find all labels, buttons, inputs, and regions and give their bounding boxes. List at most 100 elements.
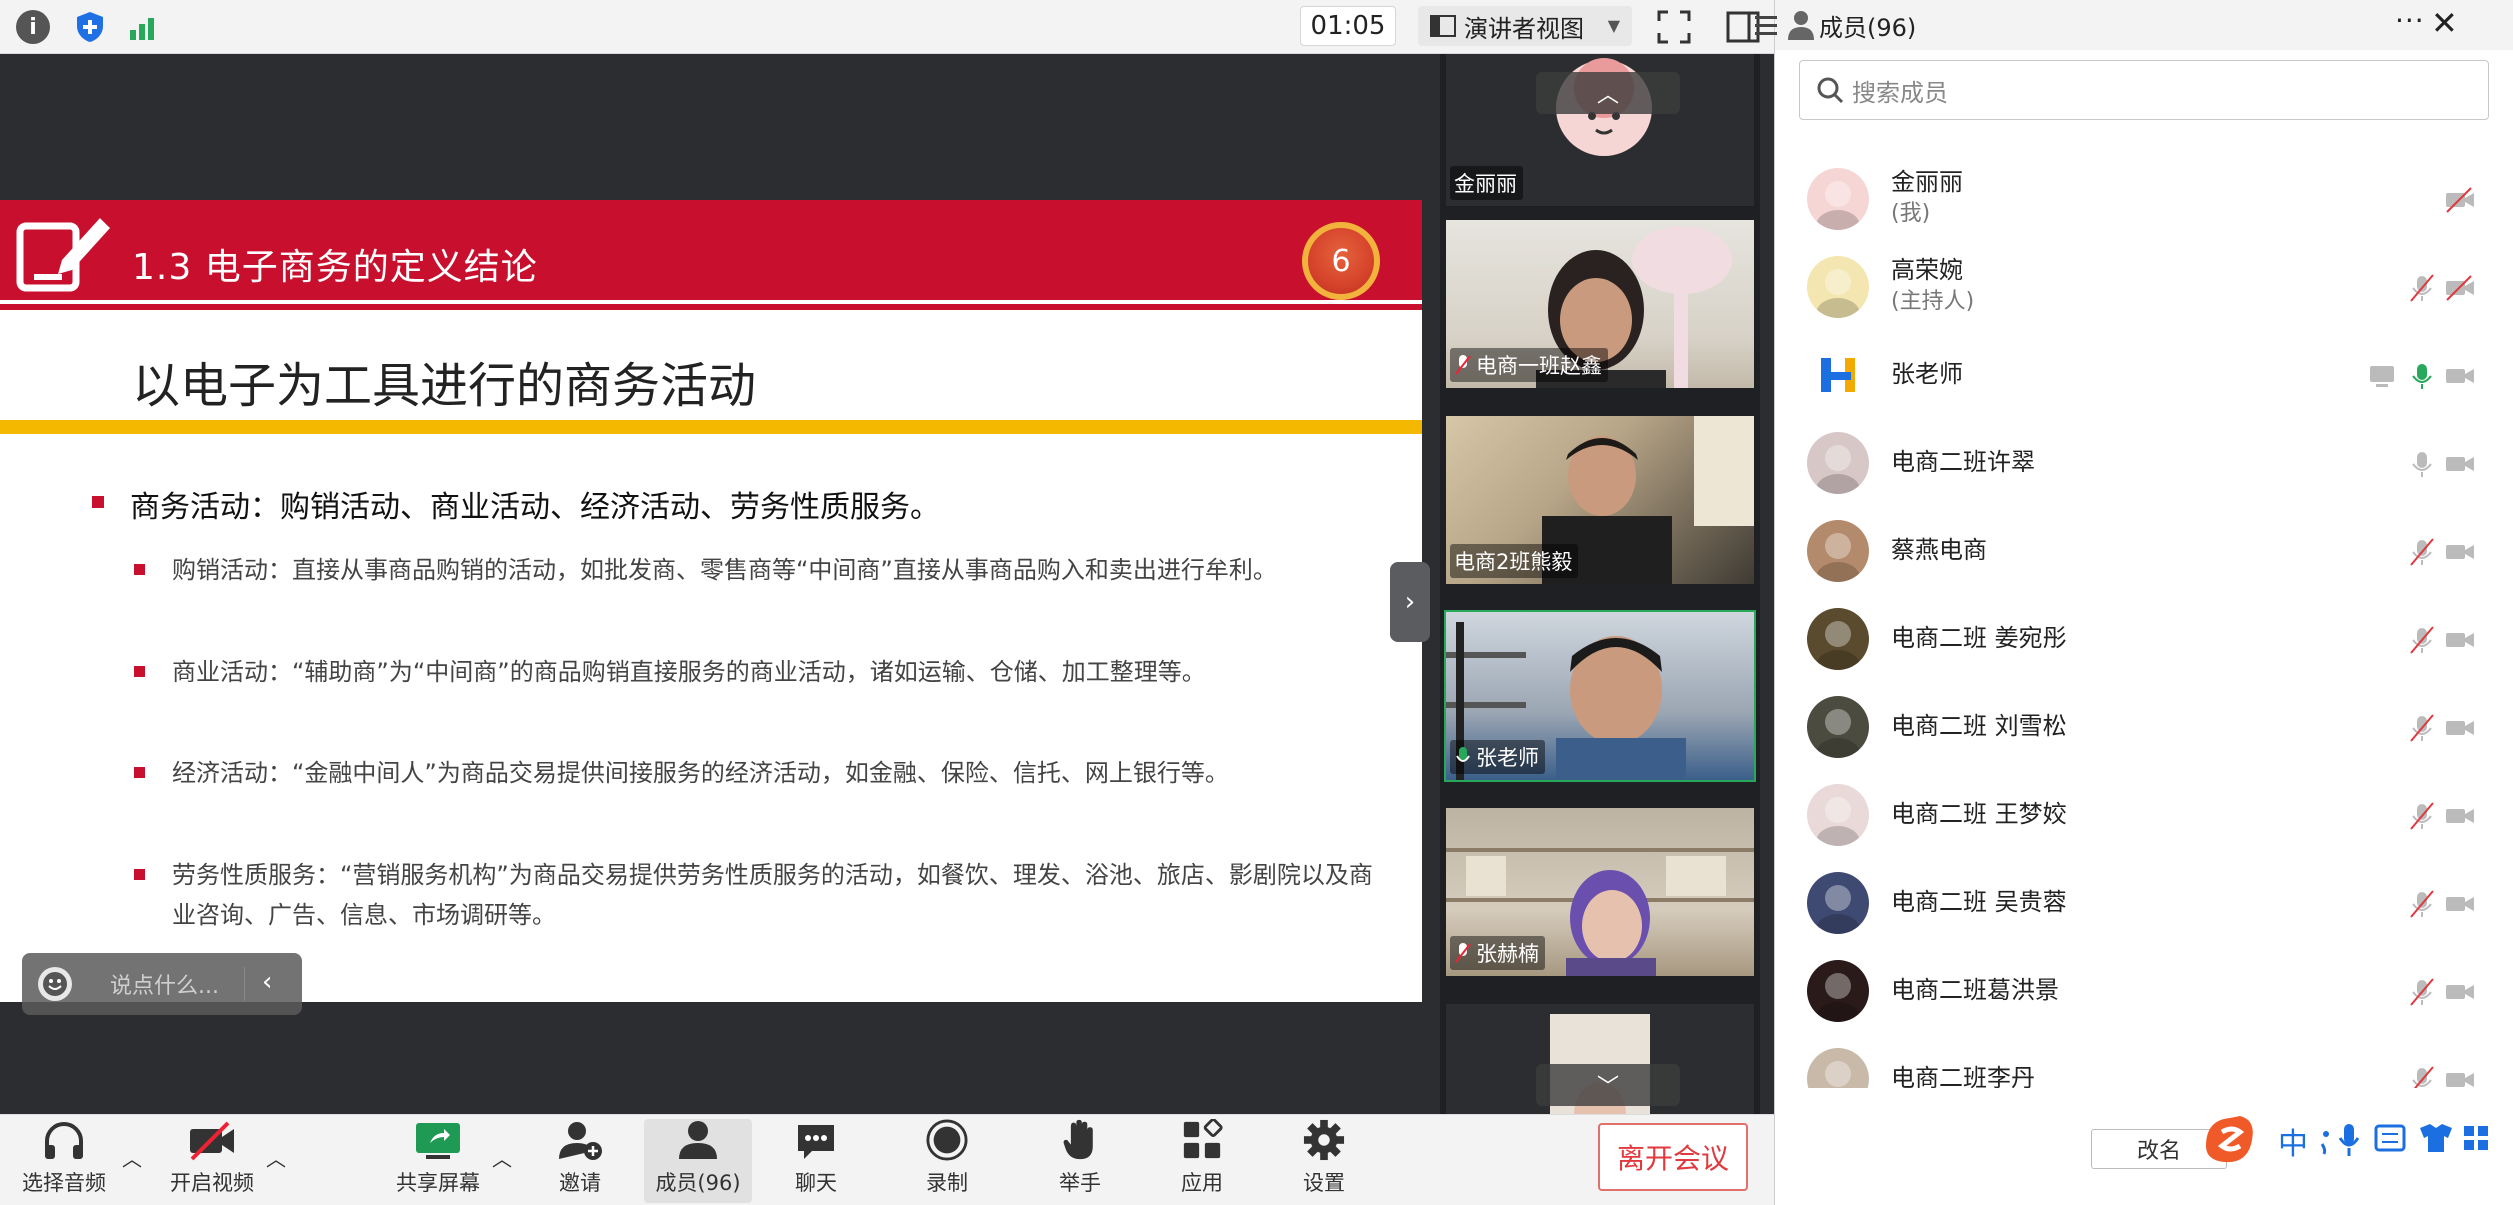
screen-share-icon [2370,366,2394,387]
camera-icon[interactable] [2445,1066,2475,1088]
apps-button[interactable]: 应用 [1162,1119,1242,1203]
camera-off-icon[interactable] [2445,186,2475,214]
member-search-input[interactable]: 搜索成员 [1799,60,2489,120]
member-row[interactable]: 电商二班葛洪景 [1775,950,2513,1038]
camera-icon[interactable] [2445,802,2475,830]
chat-label: 聊天 [795,1171,837,1195]
members-panel: 成员(96) ··· ✕ 搜索成员 金丽丽 (我) 高荣婉 (主持人) 张老师 电商二班许… [1755,0,2513,1205]
camera-icon[interactable] [2445,538,2475,566]
leave-meeting-button[interactable]: 离开会议 [1598,1123,1748,1191]
info-icon[interactable]: i [16,10,50,44]
chevron-left-icon[interactable]: ‹ [262,967,272,997]
mic-muted-icon[interactable] [2407,274,2437,302]
presentation-slide: 1.3 电子商务的定义结论 6 以电子为工具进行的商务活动 商务活动：购销活动、… [0,200,1422,1002]
video-tile-active-speaker[interactable]: 张老师 [1444,610,1756,782]
members-panel-header: 成员(96) ··· ✕ [1775,0,2513,50]
scroll-down-button[interactable]: ﹀ [1536,1064,1680,1106]
bullet-square-icon [134,564,145,575]
avatar [1807,872,1869,934]
quick-chat-input[interactable]: 说点什么... ‹ [22,953,302,1015]
mic-muted-icon[interactable] [2407,890,2437,918]
audio-options-caret-icon[interactable]: ︿ [122,1143,142,1172]
avatar [1807,168,1869,230]
member-row[interactable]: 电商二班 姜宛彤 [1775,598,2513,686]
emoji-icon[interactable] [38,967,72,1001]
video-options-caret-icon[interactable]: ︿ [266,1143,286,1172]
camera-icon[interactable] [2445,450,2475,478]
member-name: 电商二班葛洪景 [1891,974,2059,1006]
video-tile-name: 张赫楠 [1450,936,1545,970]
network-signal-icon[interactable] [126,9,162,45]
mic-icon[interactable] [2407,450,2437,478]
share-options-caret-icon[interactable]: ︿ [492,1143,512,1172]
video-tile[interactable]: 张赫楠 [1444,806,1756,978]
member-row[interactable]: 电商二班 吴贵蓉 [1775,862,2513,950]
main-bullet-text: 商务活动：购销活动、商业活动、经济活动、劳务性质服务。 [130,490,940,525]
slide-header: 1.3 电子商务的定义结论 6 [0,200,1422,300]
ime-toolbar[interactable]: 中 [2200,1110,2513,1170]
chevron-right-icon: › [1404,587,1416,617]
avatar [1807,1048,1869,1088]
mic-muted-icon[interactable] [2407,802,2437,830]
member-row[interactable]: 张老师 [1775,334,2513,422]
mic-muted-icon[interactable] [2407,714,2437,742]
collapse-video-strip-button[interactable]: › [1390,562,1430,642]
camera-icon[interactable] [2445,978,2475,1006]
mic-muted-icon[interactable] [2407,626,2437,654]
member-row[interactable]: 蔡燕电商 [1775,510,2513,598]
security-shield-icon[interactable] [72,9,108,45]
member-name: 电商二班李丹 [1891,1062,2035,1088]
sub-bullet-text: 经济活动：“金融中间人”为商品交易提供间接服务的经济活动，如金融、保险、信托、网… [172,759,1229,787]
member-row[interactable]: 电商二班 刘雪松 [1775,686,2513,774]
camera-off-icon [190,1121,234,1161]
member-name-text: 电商二班 姜宛彤 [1891,624,2067,652]
video-label: 开启视频 [170,1171,254,1195]
fullscreen-button[interactable] [1655,8,1693,46]
mic-active-icon[interactable] [2407,362,2437,390]
record-button[interactable]: 录制 [907,1119,987,1203]
apps-grid-icon [1183,1119,1223,1159]
header-underline [0,304,1422,310]
mic-muted-icon[interactable] [2407,1066,2437,1088]
member-name-text: 蔡燕电商 [1891,536,1987,564]
menu-icon[interactable] [1751,10,1781,40]
video-tile[interactable]: 电商2班熊毅 [1444,414,1756,586]
mic-muted-icon[interactable] [2407,538,2437,566]
svg-text:中: 中 [2278,1127,2308,1162]
settings-label: 设置 [1303,1171,1345,1195]
member-role: (主持人) [1891,289,1975,314]
camera-icon[interactable] [2445,714,2475,742]
chat-button[interactable]: 聊天 [776,1119,856,1203]
avatar [1807,960,1869,1022]
video-tile[interactable]: 电商一班赵鑫 [1444,218,1756,390]
more-options-icon[interactable]: ··· [2395,4,2425,37]
share-screen-button[interactable]: 共享屏幕 [388,1119,488,1203]
member-row[interactable]: 高荣婉 (主持人) [1775,246,2513,334]
video-tile-name: 张老师 [1450,740,1545,774]
members-button[interactable]: 成员(96) [644,1119,752,1203]
member-row[interactable]: 金丽丽 (我) [1775,158,2513,246]
mic-muted-icon[interactable] [2407,978,2437,1006]
member-name-text: 高荣婉 [1891,256,1963,284]
avatar [1807,344,1869,406]
scroll-up-button[interactable]: ︿ [1536,72,1680,114]
video-button[interactable]: 开启视频 [162,1119,262,1203]
presenter-layout-icon [1430,15,1456,37]
audio-button[interactable]: 选择音频 [14,1119,114,1203]
slide-logo-icon [16,212,112,292]
member-row[interactable]: 电商二班许翠 [1775,422,2513,510]
view-mode-select[interactable]: 演讲者视图 ▼ [1418,6,1632,46]
camera-icon[interactable] [2445,890,2475,918]
member-row[interactable]: 电商二班 王梦姣 [1775,774,2513,862]
camera-icon[interactable] [2445,362,2475,390]
camera-off-icon[interactable] [2445,274,2475,302]
member-name: 金丽丽 (我) [1891,166,1963,230]
invite-button[interactable]: 邀请 [540,1119,620,1203]
sub-bullet: 经济活动：“金融中间人”为商品交易提供间接服务的经济活动，如金融、保险、信托、网… [134,753,1394,793]
member-row[interactable]: 电商二班李丹 [1775,1038,2513,1088]
settings-button[interactable]: 设置 [1284,1119,1364,1203]
close-icon[interactable]: ✕ [2431,4,2458,42]
sub-bullet-text: 购销活动：直接从事商品购销的活动，如批发商、零售商等“中间商”直接从事商品购入和… [172,556,1277,584]
raise-hand-button[interactable]: 举手 [1040,1119,1120,1203]
camera-icon[interactable] [2445,626,2475,654]
